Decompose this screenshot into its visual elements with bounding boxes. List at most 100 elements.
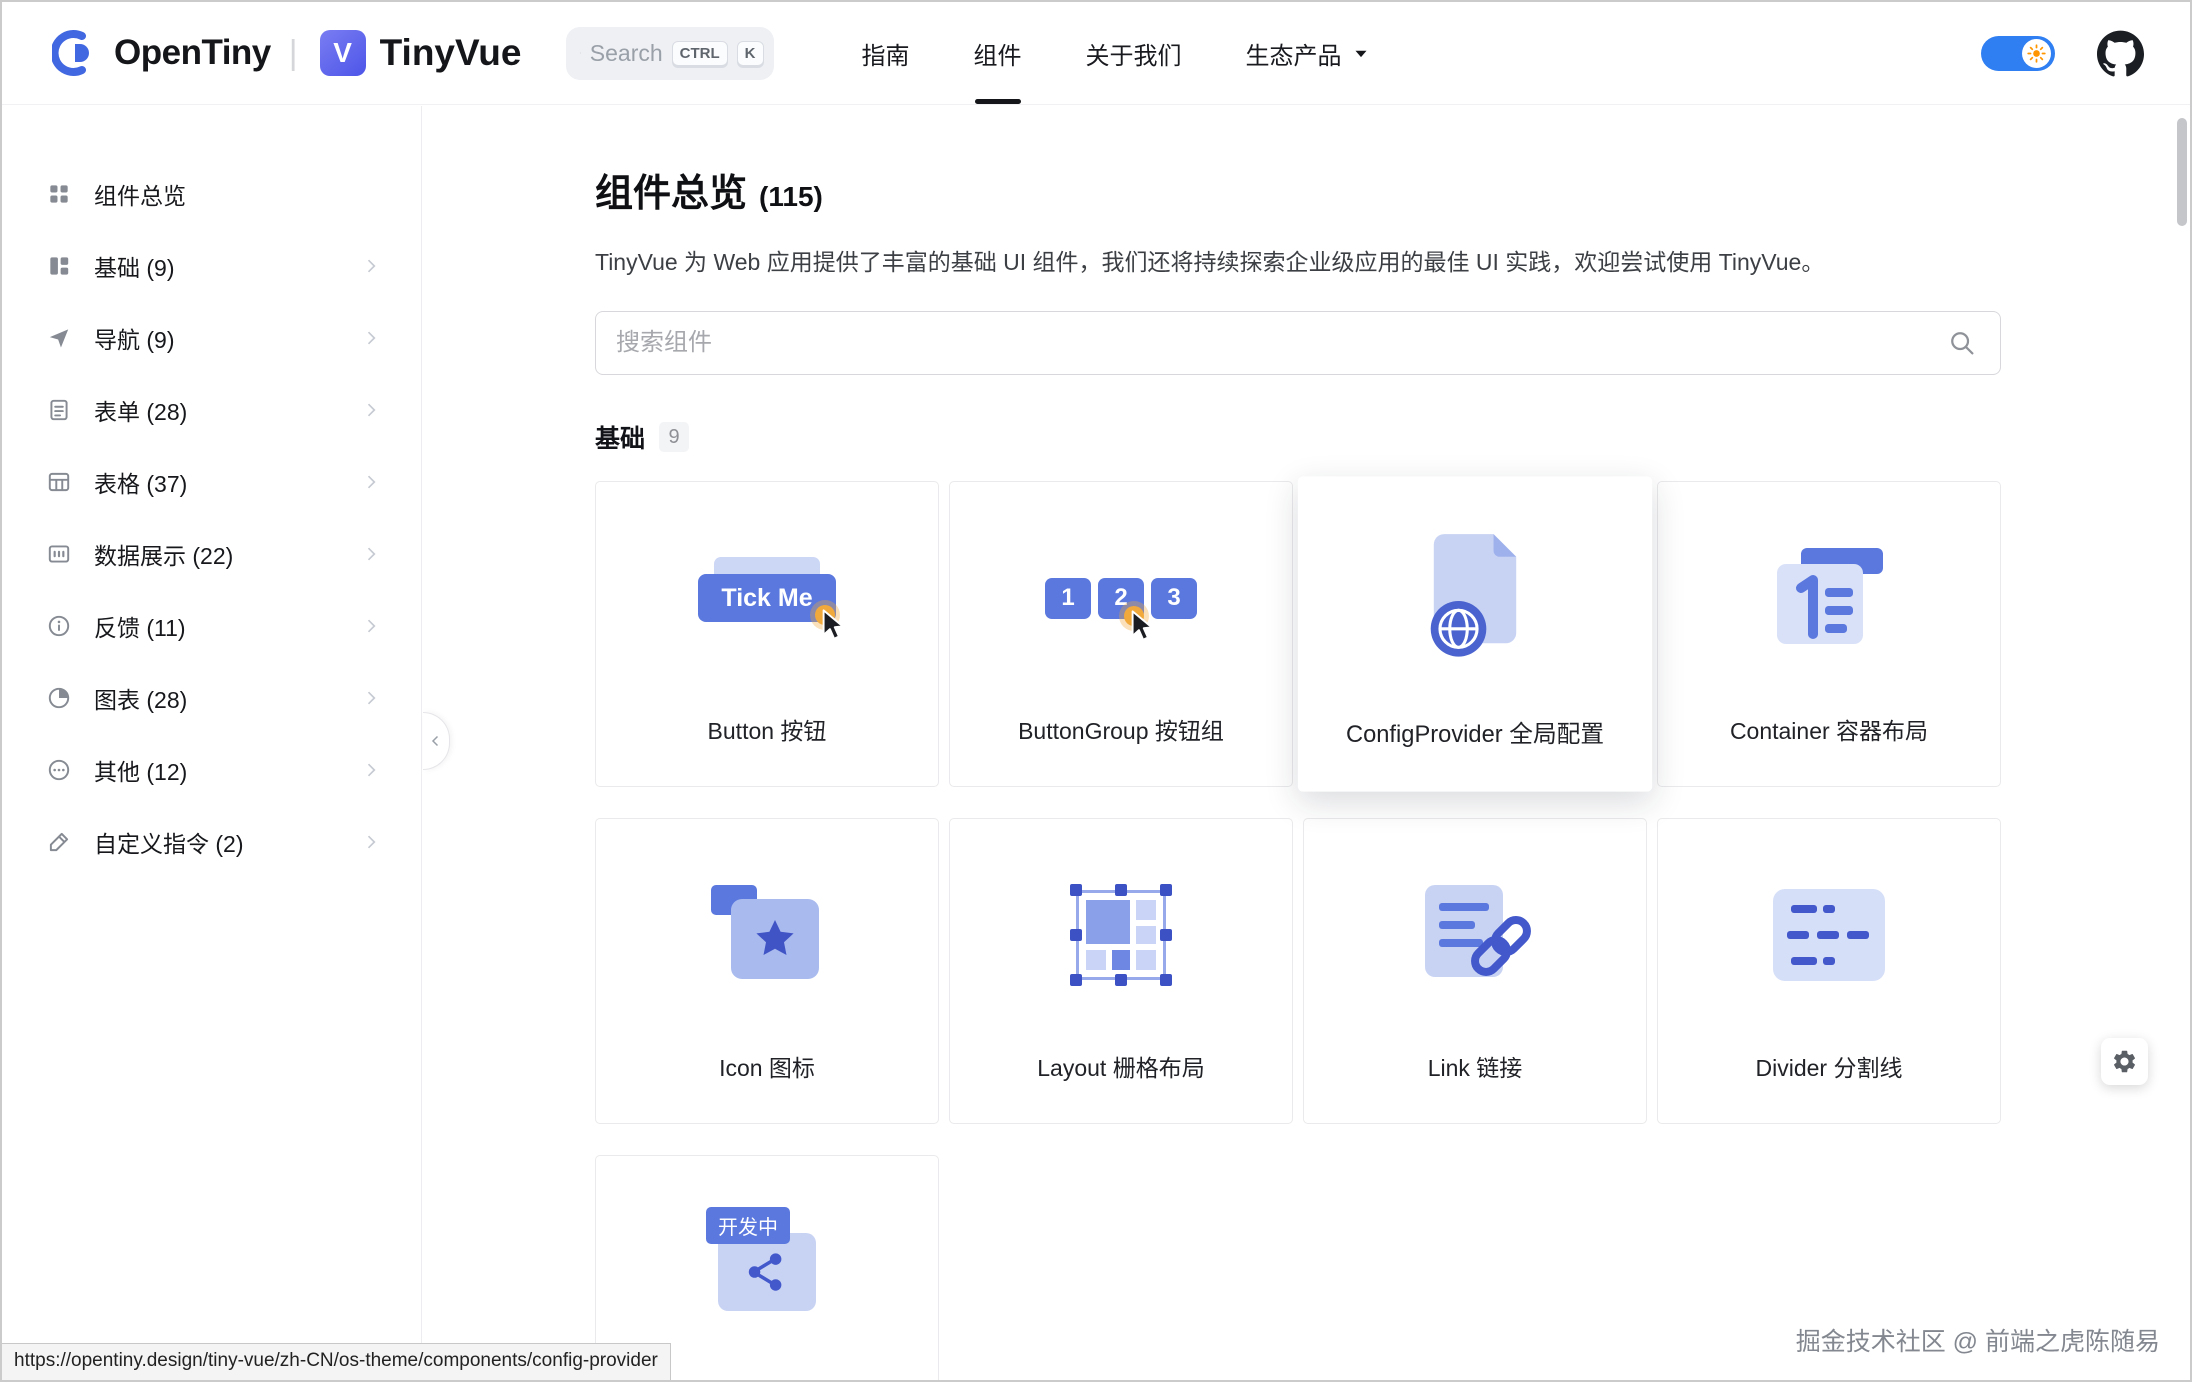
chevron-left-icon: [427, 732, 445, 750]
sidebar-item-feedback[interactable]: 反馈 (11): [2, 590, 421, 662]
github-icon[interactable]: [2097, 30, 2144, 77]
nav-guide-label: 指南: [862, 36, 910, 71]
section-title: 基础: [595, 419, 645, 455]
group-button-1: 1: [1045, 578, 1091, 619]
sidebar: 组件总览 基础 (9) 导航 (9) 表单 (28) 表格 (37) 数据展示 …: [2, 106, 422, 1380]
component-grid: Tick Me Button 按钮 1: [595, 481, 2190, 1382]
page-title-text: 组件总览: [595, 162, 747, 217]
site-header: OpenTiny | V TinyVue Search CTRL K 指南 组件…: [2, 2, 2190, 105]
sidebar-item-other[interactable]: 其他 (12): [2, 734, 421, 806]
sidebar-item-basic[interactable]: 基础 (9): [2, 230, 421, 302]
feedback-icon: [46, 613, 72, 639]
sidebar-item-label: 基础 (9): [94, 249, 175, 283]
other-icon: [46, 757, 72, 783]
sidebar-item-label: 表单 (28): [94, 393, 187, 427]
theme-toggle-knob: [2022, 39, 2051, 68]
card-label-button-group: ButtonGroup 按钮组: [950, 712, 1292, 746]
button-demo: Tick Me: [596, 482, 938, 714]
directive-pen-icon: [46, 829, 72, 855]
link-demo: [1304, 819, 1646, 1051]
chevron-right-icon: [361, 688, 381, 708]
link-chain-icon: [1411, 879, 1539, 991]
chevron-right-icon: [361, 616, 381, 636]
card-button[interactable]: Tick Me Button 按钮: [595, 481, 939, 787]
divider-demo: [1658, 819, 2000, 1051]
chevron-right-icon: [361, 760, 381, 780]
divider-icon: [1773, 889, 1885, 981]
section-header: 基础 9: [595, 419, 2190, 455]
sidebar-item-label: 图表 (28): [94, 681, 187, 715]
sidebar-item-label: 组件总览: [94, 177, 186, 211]
nav-components[interactable]: 组件: [942, 2, 1054, 104]
opentiny-logo-icon: [52, 29, 100, 77]
card-label-divider: Divider 分割线: [1658, 1049, 2000, 1083]
main-nav: 指南 组件 关于我们 生态产品: [830, 2, 1404, 104]
sidebar-item-label: 表格 (37): [94, 465, 187, 499]
tinyvue-logo-icon: V: [320, 30, 366, 76]
kbd-k-badge: K: [737, 41, 764, 66]
button-group-demo: 1 2 3: [950, 482, 1292, 714]
card-button-group[interactable]: 1 2 3 ButtonGroup 按钮组: [949, 481, 1293, 787]
sidebar-item-chart[interactable]: 图表 (28): [2, 662, 421, 734]
group-button-2: 2: [1098, 578, 1144, 619]
card-layout[interactable]: Layout 栅格布局: [949, 818, 1293, 1124]
chevron-right-icon: [361, 328, 381, 348]
sidebar-item-label: 导航 (9): [94, 321, 175, 355]
nav-ecosystem-label: 生态产品: [1246, 36, 1342, 71]
sidebar-item-form[interactable]: 表单 (28): [2, 374, 421, 446]
overview-grid-icon: [46, 181, 72, 207]
chevron-right-icon: [361, 256, 381, 276]
data-display-icon: [46, 541, 72, 567]
settings-button[interactable]: [2101, 1038, 2148, 1085]
main-content: 组件总览 (115) TinyVue 为 Web 应用提供了丰富的基础 UI 组…: [422, 106, 2190, 1380]
card-label-link: Link 链接: [1304, 1049, 1646, 1083]
header-actions: [1981, 30, 2144, 77]
opentiny-brand-link[interactable]: OpenTiny: [52, 29, 271, 77]
sidebar-item-label: 自定义指令 (2): [94, 825, 244, 859]
card-divider[interactable]: Divider 分割线: [1657, 818, 2001, 1124]
sidebar-item-data-display[interactable]: 数据展示 (22): [2, 518, 421, 590]
card-container[interactable]: Container 容器布局: [1657, 481, 2001, 787]
nav-about[interactable]: 关于我们: [1054, 2, 1214, 104]
component-search-input[interactable]: [595, 311, 2001, 375]
tick-me-button: Tick Me: [698, 574, 836, 622]
browser-page: OpenTiny | V TinyVue Search CTRL K 指南 组件…: [0, 0, 2192, 1382]
sidebar-item-label: 其他 (12): [94, 753, 187, 787]
virtual-scroll-panel: [718, 1233, 816, 1311]
component-count: (115): [759, 181, 823, 213]
container-demo: [1658, 482, 2000, 714]
nav-ecosystem[interactable]: 生态产品: [1214, 2, 1404, 104]
card-link[interactable]: Link 链接: [1303, 818, 1647, 1124]
tinyvue-brand-name: TinyVue: [380, 32, 522, 74]
sidebar-item-navigation[interactable]: 导航 (9): [2, 302, 421, 374]
chevron-right-icon: [361, 472, 381, 492]
sidebar-item-overview[interactable]: 组件总览: [2, 158, 421, 230]
chevron-right-icon: [361, 544, 381, 564]
sidebar-item-table[interactable]: 表格 (37): [2, 446, 421, 518]
card-label-container: Container 容器布局: [1658, 712, 2000, 746]
page-title: 组件总览 (115): [595, 162, 2190, 217]
chart-icon: [46, 685, 72, 711]
container-layout-icon: [1767, 544, 1891, 652]
kbd-ctrl-badge: CTRL: [672, 41, 728, 66]
header-search-button[interactable]: Search CTRL K: [566, 27, 774, 80]
tinyvue-brand-link[interactable]: V TinyVue: [320, 30, 522, 76]
card-label-layout: Layout 栅格布局: [950, 1049, 1292, 1083]
nav-about-label: 关于我们: [1086, 36, 1182, 71]
card-label-config-provider: ConfigProvider 全局配置: [1299, 714, 1651, 749]
navigation-icon: [46, 325, 72, 351]
theme-toggle[interactable]: [1981, 36, 2055, 71]
scrollbar-thumb[interactable]: [2177, 118, 2187, 226]
form-icon: [46, 397, 72, 423]
card-icon[interactable]: Icon 图标: [595, 818, 939, 1124]
search-icon: [580, 41, 581, 65]
config-provider-demo: [1299, 477, 1651, 716]
sidebar-item-directives[interactable]: 自定义指令 (2): [2, 806, 421, 878]
card-label-button: Button 按钮: [596, 712, 938, 746]
layout-demo: [950, 819, 1292, 1051]
nav-guide[interactable]: 指南: [830, 2, 942, 104]
table-icon: [46, 469, 72, 495]
card-config-provider[interactable]: ConfigProvider 全局配置: [1298, 476, 1652, 791]
nav-components-label: 组件: [974, 36, 1022, 71]
component-search: [595, 311, 2001, 375]
